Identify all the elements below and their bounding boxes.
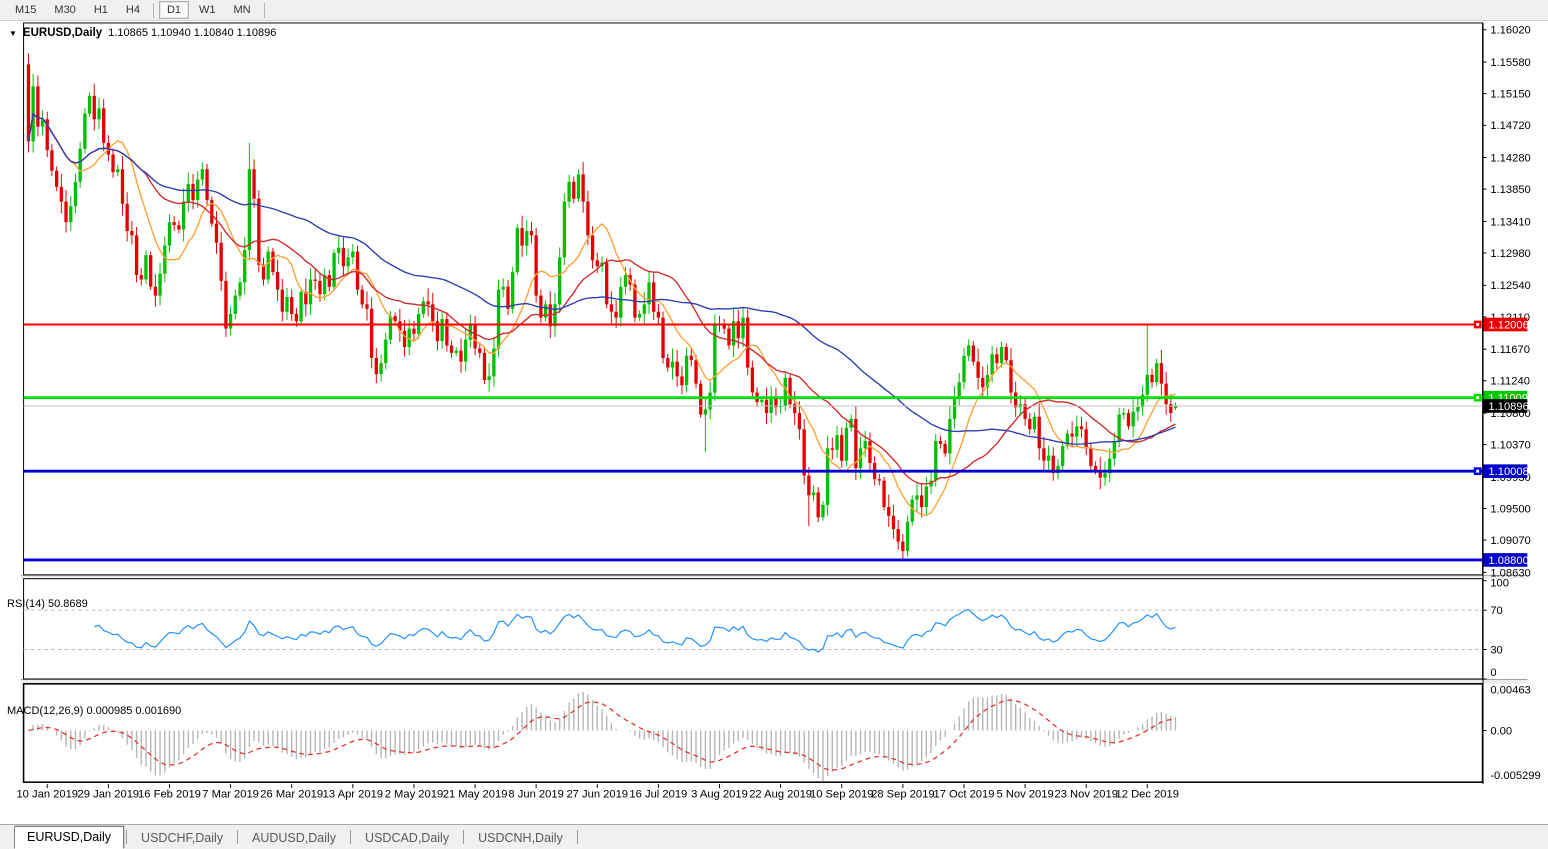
svg-text:28 Sep 2019: 28 Sep 2019 xyxy=(871,789,934,801)
svg-text:100: 100 xyxy=(1490,578,1509,590)
svg-text:1.13850: 1.13850 xyxy=(1490,184,1530,196)
svg-text:26 Mar 2019: 26 Mar 2019 xyxy=(260,789,323,801)
svg-text:0: 0 xyxy=(1490,667,1496,679)
chart-tab-usdchf[interactable]: USDCHF,Daily xyxy=(129,828,235,849)
timeframe-button-h1[interactable]: H1 xyxy=(86,1,116,19)
timeframe-button-mn[interactable]: MN xyxy=(226,1,259,19)
chart-symbol-label: EURUSD,Daily xyxy=(23,27,102,39)
chart-tab-usdcad[interactable]: USDCAD,Daily xyxy=(353,828,461,849)
svg-text:1.10370: 1.10370 xyxy=(1490,440,1530,452)
svg-text:17 Oct 2019: 17 Oct 2019 xyxy=(934,789,995,801)
svg-text:23 Nov 2019: 23 Nov 2019 xyxy=(1055,789,1118,801)
svg-text:1.15580: 1.15580 xyxy=(1490,57,1530,69)
svg-text:1.14280: 1.14280 xyxy=(1490,152,1530,164)
tab-separator xyxy=(463,830,464,844)
svg-text:10 Jan 2019: 10 Jan 2019 xyxy=(16,789,78,801)
svg-text:1.15150: 1.15150 xyxy=(1490,89,1530,101)
timeframe-button-w1[interactable]: W1 xyxy=(191,1,224,19)
timeframe-button-d1[interactable]: D1 xyxy=(159,1,189,19)
chart-ohlc-values: 1.10865 1.10940 1.10840 1.10896 xyxy=(108,27,276,39)
timeframe-button-m30[interactable]: M30 xyxy=(46,1,83,19)
svg-text:1.12006: 1.12006 xyxy=(1488,319,1528,331)
symbol-dropdown-icon[interactable]: ▼ xyxy=(9,29,17,38)
tab-separator xyxy=(237,830,238,844)
chart-title: ▼ EURUSD,Daily 1.10865 1.10940 1.10840 1… xyxy=(9,27,276,39)
svg-text:1.11670: 1.11670 xyxy=(1490,344,1530,356)
svg-text:29 Jan 2019: 29 Jan 2019 xyxy=(78,789,140,801)
svg-text:1.09070: 1.09070 xyxy=(1490,535,1530,547)
svg-text:22 Aug 2019: 22 Aug 2019 xyxy=(749,789,812,801)
svg-text:5 Nov 2019: 5 Nov 2019 xyxy=(996,789,1053,801)
toolbar-separator xyxy=(153,3,154,18)
svg-text:7 Mar 2019: 7 Mar 2019 xyxy=(202,789,259,801)
timeframe-button-m15[interactable]: M15 xyxy=(7,1,44,19)
svg-text:27 Jun 2019: 27 Jun 2019 xyxy=(566,789,628,801)
price-chart-canvas[interactable]: 1.16020 1.15580 1.15150 1.14720 1.14280 1.138… xyxy=(0,22,1548,824)
svg-text:21 May 2019: 21 May 2019 xyxy=(443,789,508,801)
svg-text:13 Apr 2019: 13 Apr 2019 xyxy=(323,789,383,801)
svg-text:1.09500: 1.09500 xyxy=(1490,503,1530,515)
tab-separator xyxy=(126,830,127,844)
svg-text:1.10896: 1.10896 xyxy=(1488,401,1528,413)
terminal-window: M15M30H1H4D1W1MN 1.160201.155801.151501.… xyxy=(0,0,1548,849)
rsi-indicator-label: RSI(14) 50.8689 xyxy=(7,598,88,610)
svg-text:3 Aug 2019: 3 Aug 2019 xyxy=(691,789,748,801)
svg-text:-0.005299: -0.005299 xyxy=(1490,770,1540,782)
chart-tab-usdcnh[interactable]: USDCNH,Daily xyxy=(466,828,575,849)
svg-text:1.16020: 1.16020 xyxy=(1490,25,1530,37)
chart-tab-audusd[interactable]: AUDUSD,Daily xyxy=(240,828,348,849)
svg-text:1.11240: 1.11240 xyxy=(1490,376,1530,388)
svg-text:8 Jun 2019: 8 Jun 2019 xyxy=(508,789,563,801)
svg-text:30: 30 xyxy=(1490,644,1502,656)
tab-separator xyxy=(350,830,351,844)
svg-text:16 Jul 2019: 16 Jul 2019 xyxy=(629,789,687,801)
svg-text:1.08800: 1.08800 xyxy=(1488,555,1528,567)
timeframe-button-h4[interactable]: H4 xyxy=(118,1,148,19)
svg-text:10 Sep 2019: 10 Sep 2019 xyxy=(810,789,873,801)
svg-text:0.00: 0.00 xyxy=(1490,725,1512,737)
svg-text:2 May 2019: 2 May 2019 xyxy=(385,789,443,801)
svg-text:0.00463: 0.00463 xyxy=(1490,685,1530,697)
svg-text:1.13410: 1.13410 xyxy=(1490,216,1530,228)
tab-separator xyxy=(577,830,578,844)
svg-text:1.12540: 1.12540 xyxy=(1490,280,1530,292)
svg-text:1.14720: 1.14720 xyxy=(1490,120,1530,132)
chart-tab-bar: EURUSD,DailyUSDCHF,DailyAUDUSD,DailyUSDC… xyxy=(0,824,1548,849)
macd-indicator-label: MACD(12,26,9) 0.000985 0.001690 xyxy=(7,705,181,717)
svg-text:70: 70 xyxy=(1490,605,1502,617)
chart-tab-eurusd[interactable]: EURUSD,Daily xyxy=(14,826,124,849)
toolbar-separator xyxy=(264,3,265,18)
svg-text:1.12980: 1.12980 xyxy=(1490,248,1530,260)
svg-text:16 Feb 2019: 16 Feb 2019 xyxy=(138,789,201,801)
svg-text:12 Dec 2019: 12 Dec 2019 xyxy=(1116,789,1179,801)
timeframe-toolbar: M15M30H1H4 D1W1MN xyxy=(0,0,1548,21)
svg-text:1.10008: 1.10008 xyxy=(1488,466,1528,478)
